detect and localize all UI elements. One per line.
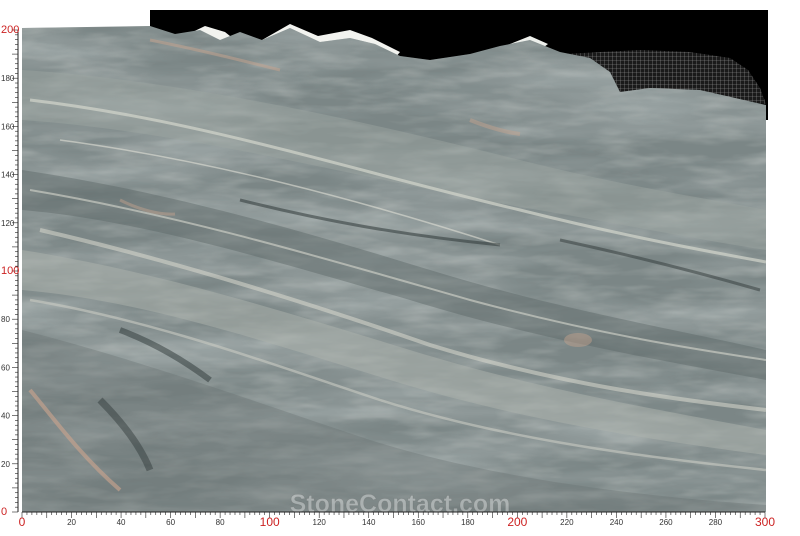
x-ruler-label: 40 xyxy=(117,518,126,527)
x-ruler-label: 200 xyxy=(507,515,527,529)
x-ruler-label: 60 xyxy=(166,518,175,527)
x-ruler-label: 240 xyxy=(610,518,624,527)
x-ruler-label: 300 xyxy=(755,515,775,529)
y-ruler-label: 120 xyxy=(1,219,15,228)
watermark-text: StoneContact.com xyxy=(290,490,511,518)
slab-scene: StoneContact.com 0 20 40 60 80 100 120 140 160 18… xyxy=(1,10,775,529)
x-ruler-label: 100 xyxy=(260,515,280,529)
y-ruler-label: 140 xyxy=(1,171,15,180)
y-ruler-label: 60 xyxy=(1,363,10,372)
y-ruler-label: 160 xyxy=(1,122,15,131)
x-ruler-label: 140 xyxy=(362,518,376,527)
x-ruler-label: 120 xyxy=(313,518,327,527)
y-ruler-label: 100 xyxy=(1,265,19,277)
x-ruler-label: 160 xyxy=(412,518,426,527)
y-ruler-label: 80 xyxy=(1,315,10,324)
x-ruler-label: 20 xyxy=(67,518,76,527)
x-ruler-label: 0 xyxy=(19,515,26,529)
y-ruler-label: 40 xyxy=(1,412,10,421)
x-ruler-label: 80 xyxy=(216,518,225,527)
marble-slab-photo: StoneContact.com 0 20 40 60 80 100 120 140 160 18… xyxy=(0,0,800,531)
y-ruler-label: 180 xyxy=(1,74,15,83)
x-ruler-label: 220 xyxy=(560,518,574,527)
x-ruler-label: 280 xyxy=(709,518,723,527)
x-ruler-label: 180 xyxy=(461,518,475,527)
y-ruler-label: 0 xyxy=(1,506,7,518)
y-ruler-label: 200 xyxy=(1,24,19,36)
x-ruler-label: 260 xyxy=(659,518,673,527)
y-ruler-label: 20 xyxy=(1,460,10,469)
